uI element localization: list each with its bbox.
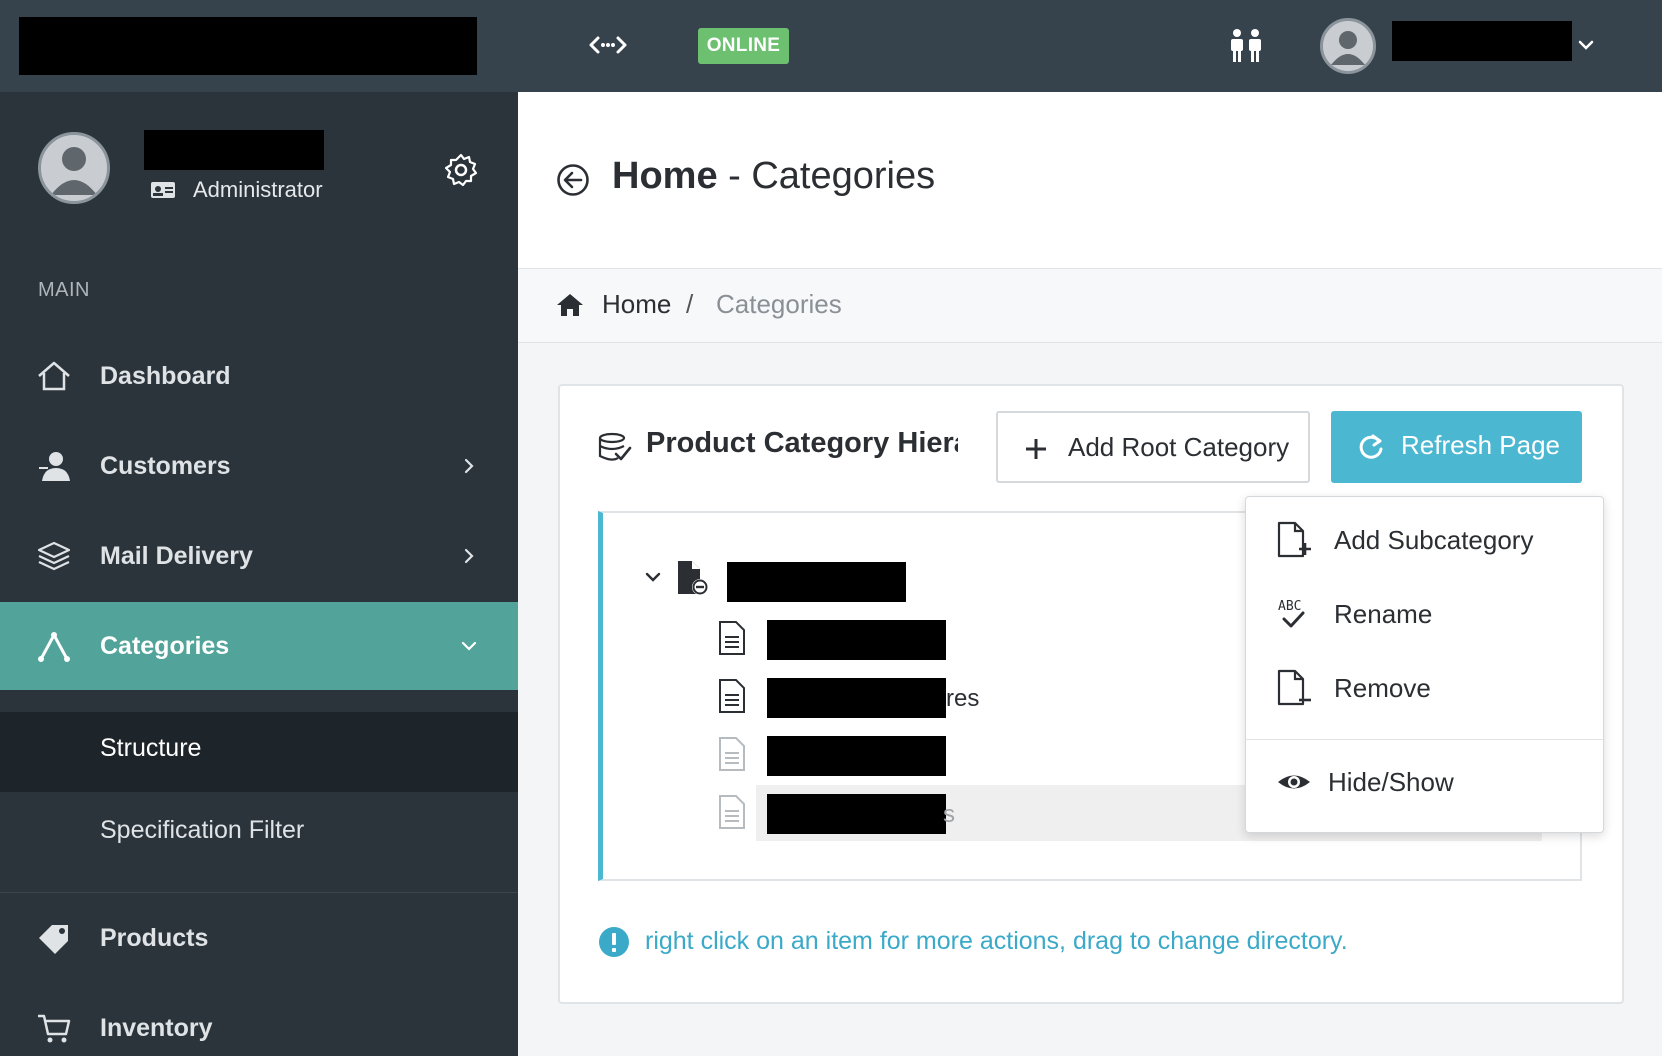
info-icon: [599, 927, 629, 957]
layers-icon: [37, 541, 71, 571]
sidebar-item-label: Customers: [100, 451, 231, 480]
tree-item[interactable]: [767, 736, 946, 776]
context-menu-hide-show[interactable]: Hide/Show: [1246, 745, 1603, 819]
context-menu-label: Remove: [1334, 673, 1431, 703]
file-icon: [719, 737, 745, 771]
divider: [0, 892, 518, 893]
sidebar-item-inventory[interactable]: Inventory: [0, 984, 518, 1056]
tree-item-text: res: [946, 685, 980, 712]
file-icon: [719, 679, 745, 713]
sidebar-avatar: [38, 132, 110, 204]
folder-file-icon: [678, 561, 708, 595]
sidebar-item-categories[interactable]: Categories: [0, 602, 518, 690]
users-icon[interactable]: [1226, 28, 1266, 64]
sidebar-item-label: Products: [100, 923, 209, 952]
tree-item[interactable]: [767, 678, 946, 718]
tree-item[interactable]: [767, 794, 946, 834]
gear-icon[interactable]: [443, 152, 479, 188]
file-icon: [719, 795, 745, 829]
sidebar-item-dashboard[interactable]: Dashboard: [0, 332, 518, 420]
categories-icon: [38, 632, 70, 662]
sidebar-item-label: Categories: [100, 631, 230, 660]
button-label: Refresh Page: [1401, 430, 1560, 460]
chevron-down-icon[interactable]: [643, 567, 663, 587]
refresh-icon: [1359, 434, 1383, 459]
cart-icon: [38, 1014, 71, 1043]
redacted-profile-name: [144, 130, 324, 170]
chevron-right-icon: [464, 458, 474, 474]
file-minus-icon: [1277, 669, 1311, 706]
avatar[interactable]: [1320, 18, 1376, 74]
tree-item-root[interactable]: [727, 562, 906, 602]
file-plus-icon: [1277, 521, 1311, 558]
chevron-down-icon[interactable]: [1576, 32, 1596, 58]
breadcrumb-separator: /: [686, 289, 694, 319]
context-menu-label: Rename: [1334, 599, 1433, 629]
sidebar-item-customers[interactable]: Customers: [0, 422, 518, 510]
plus-icon: [1026, 439, 1046, 459]
top-bar: ONLINE: [0, 0, 1662, 92]
tree-item[interactable]: [767, 620, 946, 660]
home-icon[interactable]: [556, 292, 584, 318]
divider: [1246, 739, 1603, 740]
connection-icon[interactable]: [588, 30, 628, 60]
refresh-page-button[interactable]: Refresh Page: [1331, 411, 1582, 483]
button-label: Add Root Category: [1068, 432, 1290, 462]
database-check-icon: [598, 432, 632, 461]
context-menu-remove[interactable]: Remove: [1246, 651, 1603, 725]
redacted-logo: [19, 17, 477, 75]
page-title-rest: - Categories: [717, 155, 936, 197]
breadcrumb-current: Categories: [716, 289, 842, 319]
customer-icon: [39, 452, 70, 481]
id-card-icon: [151, 182, 175, 198]
sidebar-subitem-specification-filter[interactable]: Specification Filter: [0, 792, 518, 892]
file-icon: [719, 621, 745, 655]
hint-text: right click on an item for more actions,…: [645, 927, 1348, 955]
eye-icon: [1278, 775, 1310, 789]
home-icon: [38, 361, 70, 391]
context-menu-add-subcategory[interactable]: Add Subcategory: [1246, 503, 1603, 577]
role-label: Administrator: [193, 177, 323, 202]
status-badge: ONLINE: [698, 28, 789, 64]
add-root-category-button[interactable]: Add Root Category: [996, 411, 1310, 483]
sidebar-item-label: Mail Delivery: [100, 541, 253, 570]
sidebar-item-products[interactable]: Products: [0, 894, 518, 982]
context-menu-label: Hide/Show: [1328, 767, 1454, 797]
svg-text:ABC: ABC: [1278, 599, 1301, 614]
spellcheck-icon: ABC: [1278, 599, 1305, 628]
section-label: MAIN: [38, 279, 90, 301]
context-menu: Add Subcategory ABC Rename Remove Hide/S…: [1245, 496, 1604, 833]
context-menu-label: Add Subcategory: [1334, 525, 1534, 555]
sidebar-item-label: Dashboard: [100, 361, 231, 390]
chevron-right-icon: [464, 548, 474, 564]
sidebar-subitem-label: Structure: [100, 734, 202, 762]
sidebar-subitem-structure[interactable]: Structure: [0, 712, 518, 792]
redacted-username[interactable]: [1392, 21, 1572, 61]
sidebar-item-label: Inventory: [100, 1013, 213, 1042]
tree-item-text: s: [943, 801, 955, 828]
sidebar-item-mail-delivery[interactable]: Mail Delivery: [0, 512, 518, 600]
tags-icon: [39, 925, 68, 954]
back-arrow-icon[interactable]: [556, 163, 590, 197]
sidebar-subitem-label: Specification Filter: [100, 816, 305, 844]
chevron-down-icon: [461, 641, 477, 651]
page-title-home: Home: [612, 155, 718, 197]
breadcrumb-home[interactable]: Home: [602, 289, 671, 320]
page-title: Home - Categories: [612, 155, 935, 198]
context-menu-rename[interactable]: ABC Rename: [1246, 577, 1603, 651]
card-title: Product Category Hierarchy: [646, 427, 958, 459]
